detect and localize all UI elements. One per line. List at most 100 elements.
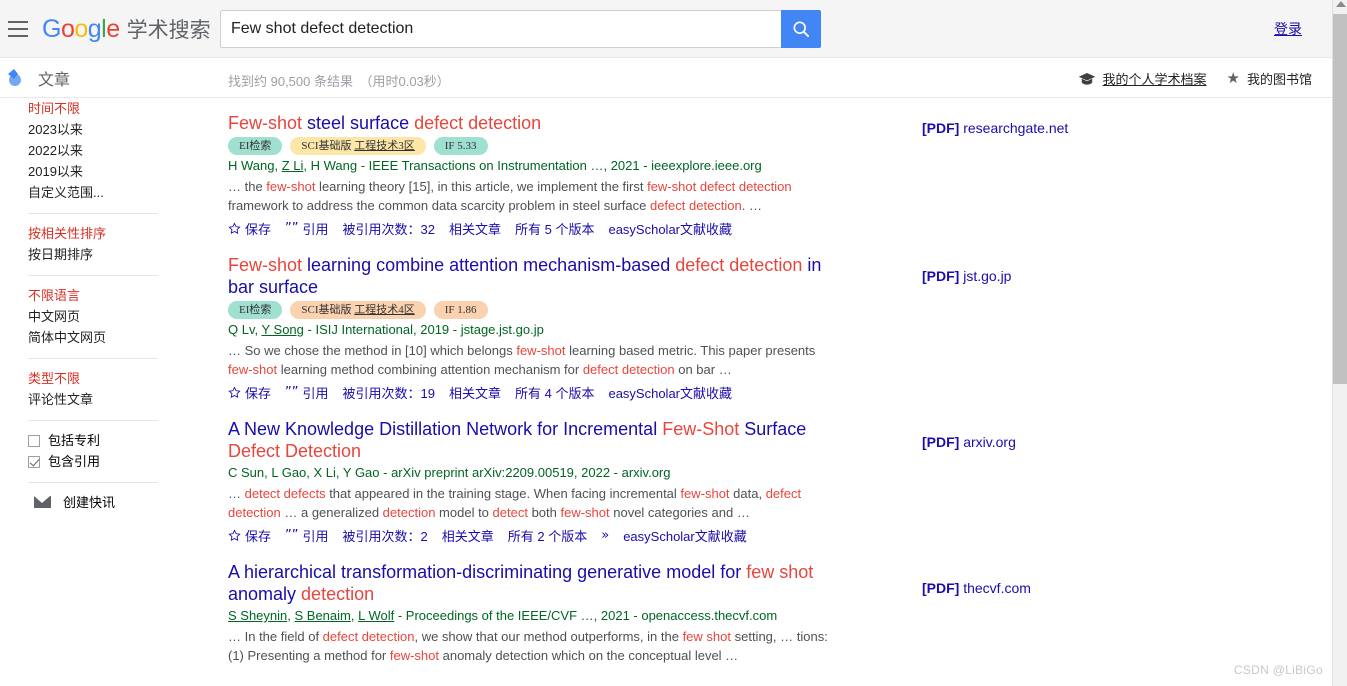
result-badges: EI检索 SCI基础版 工程技术4区 IF 1.86 [228, 301, 918, 319]
more-versions-button[interactable]: » [601, 529, 609, 542]
result-action-link[interactable]: easyScholar文献收藏 [608, 219, 732, 238]
sidebar-type-option-1[interactable]: 评论性文章 [28, 389, 220, 410]
pdf-source-link[interactable]: [PDF] thecvf.com [922, 580, 1031, 596]
snippet-segment: learning theory [15], in this article, w… [315, 179, 648, 194]
sidebar-time-option-0[interactable]: 时间不限 [28, 98, 220, 119]
result-badge[interactable]: SCI基础版 工程技术3区 [290, 137, 426, 155]
star-outline-icon [228, 529, 241, 541]
snippet-segment: few-shot defect detection [647, 179, 792, 194]
result-action-link[interactable]: easyScholar文献收藏 [623, 526, 747, 545]
result-badge[interactable]: IF 5.33 [433, 137, 488, 155]
sidebar-language-option-1[interactable]: 中文网页 [28, 306, 220, 327]
result-badge[interactable]: EI检索 [228, 301, 283, 319]
star-outline-icon [228, 222, 241, 234]
snippet-segment: defect detection [649, 198, 742, 213]
result-action-link[interactable]: 所有 4 个版本 [515, 383, 594, 402]
cite-button[interactable]: ”” 引用 [285, 383, 329, 402]
snippet-segment: model to [435, 505, 493, 520]
hamburger-menu-icon[interactable] [8, 20, 28, 37]
author-link[interactable]: S Benaim [295, 608, 351, 623]
scholar-page: Google 学术搜索 登录 文章 [0, 0, 1347, 686]
sidebar-checkbox-label-1: 包含引用 [48, 454, 101, 469]
sidebar-checkbox-0[interactable]: 包括专利 [28, 430, 220, 451]
sidebar-group-time: 时间不限 2023以来 2022以来 2019以来 自定义范围... [0, 98, 220, 203]
result-action-link[interactable]: 相关文章 [449, 219, 501, 238]
result-action-link[interactable]: 被引用次数：32 [343, 219, 435, 238]
sidebar-time-option-4[interactable]: 自定义范围... [28, 182, 220, 203]
badge-text: SCI基础版 [301, 304, 355, 316]
result-title[interactable]: A New Knowledge Distillation Network for… [228, 418, 838, 462]
envelope-icon [34, 495, 51, 508]
checkbox-checked-icon[interactable] [28, 455, 40, 468]
result-action-link[interactable]: 所有 2 个版本 [508, 526, 587, 545]
save-button[interactable]: 保存 [228, 219, 271, 238]
pdf-source-link[interactable]: [PDF] arxiv.org [922, 434, 1016, 450]
result-snippet: … In the field of defect detection, we s… [228, 627, 828, 665]
sidebar-type-option-0[interactable]: 类型不限 [28, 368, 220, 389]
search-button[interactable] [781, 10, 821, 48]
result-title-segment: steel surface [307, 113, 415, 133]
cite-button[interactable]: ”” 引用 [285, 526, 329, 545]
pdf-source-link[interactable]: [PDF] jst.go.jp [922, 268, 1011, 284]
pdf-source-link[interactable]: [PDF] researchgate.net [922, 120, 1068, 136]
result-title-segment: A hierarchical transformation-discrimina… [228, 562, 747, 582]
scroll-up-arrow-icon[interactable] [1336, 1, 1346, 7]
sidebar-time-option-1[interactable]: 2023以来 [28, 119, 220, 140]
sidebar-sort-option-0[interactable]: 按相关性排序 [28, 223, 220, 244]
result-action-link[interactable]: 相关文章 [442, 526, 494, 545]
result-title[interactable]: Few-shot steel surface defect detection [228, 112, 838, 134]
pdf-tag: [PDF] [922, 268, 960, 284]
sidebar-divider-5 [28, 482, 158, 483]
my-profile-link[interactable]: 我的个人学术档案 [1078, 69, 1207, 88]
result-badge[interactable]: EI检索 [228, 137, 283, 155]
result-action-link[interactable]: 被引用次数：2 [343, 526, 428, 545]
result-action-link[interactable]: 所有 5 个版本 [515, 219, 594, 238]
result-action-link[interactable]: 被引用次数：19 [343, 383, 435, 402]
result-authors: H Wang, Z Li, H Wang - IEEE Transactions… [228, 157, 918, 175]
author-link[interactable]: L Wolf [358, 608, 394, 623]
author-link[interactable]: Y Song [261, 322, 303, 337]
checkbox-unchecked-icon[interactable] [28, 434, 40, 447]
sidebar-language-option-0[interactable]: 不限语言 [28, 285, 220, 306]
my-library-link[interactable]: ★ 我的图书馆 [1227, 69, 1312, 88]
result-item: Few-shot learning combine attention mech… [228, 254, 918, 402]
search-box[interactable] [220, 10, 781, 48]
sidebar-sort-option-1[interactable]: 按日期排序 [28, 244, 220, 265]
result-badge[interactable]: IF 1.86 [433, 301, 488, 319]
result-action-label: 被引用次数：2 [342, 529, 428, 544]
watermark: CSDN @LiBiGo [1233, 663, 1323, 677]
sidebar-time-option-2[interactable]: 2022以来 [28, 140, 220, 161]
pdf-tag: [PDF] [922, 120, 960, 136]
result-action-label: 保存 [245, 222, 272, 237]
cite-button[interactable]: ”” 引用 [285, 219, 329, 238]
author-link[interactable]: S Sheynin [228, 608, 287, 623]
save-button[interactable]: 保存 [228, 526, 271, 545]
tab-articles[interactable]: 文章 [8, 66, 70, 90]
result-badge[interactable]: SCI基础版 工程技术4区 [290, 301, 426, 319]
login-link[interactable]: 登录 [1274, 19, 1302, 39]
snippet-segment: setting, [730, 629, 781, 644]
create-alert-button[interactable]: 创建快讯 [28, 492, 220, 511]
result-snippet: … detect defects that appeared in the tr… [228, 484, 828, 522]
result-badges: EI检索 SCI基础版 工程技术3区 IF 5.33 [228, 137, 918, 155]
scrollbar-thumb[interactable] [1333, 14, 1347, 384]
sidebar-divider-4 [28, 420, 158, 421]
search-input[interactable] [221, 11, 781, 47]
snippet-segment: learning based metric. This paper presen… [565, 343, 816, 358]
result-action-link[interactable]: 相关文章 [449, 383, 501, 402]
vertical-scrollbar[interactable] [1332, 0, 1347, 686]
google-scholar-logo[interactable]: Google 学术搜索 [42, 14, 211, 44]
sidebar-group-checkboxes: 包括专利包含引用 [0, 430, 220, 472]
sidebar-time-option-3[interactable]: 2019以来 [28, 161, 220, 182]
result-title[interactable]: Few-shot learning combine attention mech… [228, 254, 838, 298]
result-action-link[interactable]: easyScholar文献收藏 [608, 383, 732, 402]
sidebar-language-option-2[interactable]: 简体中文网页 [28, 327, 220, 348]
result-snippet: … So we chose the method in [10] which b… [228, 341, 828, 379]
result-title[interactable]: A hierarchical transformation-discrimina… [228, 561, 838, 605]
sidebar-group-alert: 创建快讯 [0, 492, 220, 511]
sidebar-checkbox-1[interactable]: 包含引用 [28, 451, 220, 472]
result-action-label: 所有 2 个版本 [507, 529, 588, 544]
save-button[interactable]: 保存 [228, 383, 271, 402]
author-link[interactable]: Z Li [282, 158, 304, 173]
logo-letter-o1: o [60, 14, 75, 43]
